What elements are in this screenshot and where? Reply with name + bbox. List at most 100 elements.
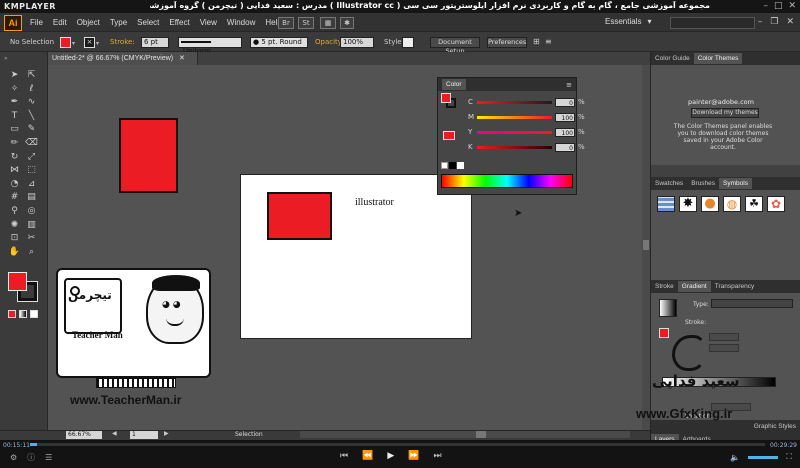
status-mode[interactable]: Selection	[235, 431, 263, 438]
document-setup-button[interactable]: Document Setup	[430, 37, 480, 55]
menu-object[interactable]: Object	[77, 18, 100, 27]
gpu-icon[interactable]: ✱	[340, 17, 354, 29]
color-spectrum[interactable]	[441, 174, 573, 188]
menu-edit[interactable]: Edit	[53, 18, 67, 27]
blend-icon[interactable]: ◎	[25, 206, 38, 216]
slice-icon[interactable]: ✂	[25, 233, 38, 243]
symbol-black-blob[interactable]: ☘	[745, 196, 763, 212]
artboard-number-field[interactable]: 1	[130, 431, 158, 439]
bridge-button[interactable]: Br	[278, 17, 294, 29]
stroke-profile-select[interactable]: Uniform	[178, 37, 242, 55]
vertical-scroll-thumb[interactable]	[643, 240, 649, 250]
volume-icon[interactable]: 🔈	[730, 453, 740, 462]
previous-icon[interactable]: ⏮	[340, 451, 348, 461]
color-fill-indicator[interactable]	[441, 93, 451, 103]
hand-tool-icon[interactable]: ✋	[8, 247, 21, 257]
symbol-sprayer-icon[interactable]: ✺	[8, 220, 21, 230]
fullscreen-icon[interactable]: ⛶	[786, 452, 792, 462]
arrange-documents-button[interactable]: ▦	[320, 17, 336, 29]
eraser-icon[interactable]: ⌫	[25, 138, 38, 148]
chevron-down-icon[interactable]: ▾	[72, 40, 75, 47]
horizontal-scroll-thumb[interactable]	[476, 431, 486, 438]
none-swatch-icon[interactable]	[441, 162, 448, 169]
slider-track-k[interactable]	[477, 145, 552, 149]
gradient-thumbnail[interactable]	[659, 299, 677, 317]
menu-select[interactable]: Select	[137, 18, 159, 27]
symbol-splat[interactable]: ✸	[679, 196, 697, 212]
document-tab[interactable]: Untitled-2* @ 66.67% (CMYK/Preview) ✕	[48, 52, 198, 65]
tab-brushes[interactable]: Brushes	[687, 178, 719, 189]
artboard-text[interactable]: illustrator	[355, 197, 394, 208]
color-mode-icon[interactable]	[8, 310, 16, 318]
menu-type[interactable]: Type	[110, 18, 127, 27]
curvature-icon[interactable]: ∿	[25, 97, 38, 107]
next-icon[interactable]: ⏭	[433, 451, 441, 461]
close-icon[interactable]: ✕	[786, 17, 794, 27]
gradient-fill-indicator[interactable]	[659, 328, 669, 338]
rotate-icon[interactable]: ↻	[8, 152, 21, 162]
graph-tool-icon[interactable]: ▥	[25, 220, 38, 230]
perspective-icon[interactable]: ⊿	[25, 179, 38, 189]
minimize-icon[interactable]: –	[758, 17, 763, 27]
gradient-type-select[interactable]	[711, 299, 793, 308]
tab-gradient[interactable]: Gradient	[677, 281, 711, 292]
maximize-icon[interactable]: □	[774, 1, 783, 11]
none-mode-icon[interactable]	[30, 310, 38, 318]
brush-select[interactable]: ● 5 pt. Round	[250, 37, 308, 48]
next-artboard-icon[interactable]: ▶	[164, 430, 169, 437]
play-icon[interactable]: ▶	[387, 451, 394, 461]
shape-builder-icon[interactable]: ◔	[8, 179, 21, 189]
tab-stroke[interactable]: Stroke	[651, 281, 678, 292]
menu-window[interactable]: Window	[227, 18, 255, 27]
mesh-icon[interactable]: #	[8, 192, 21, 202]
align-icon[interactable]: ⊞	[533, 37, 540, 46]
eyedropper-icon[interactable]: ⚲	[8, 206, 21, 216]
menu-view[interactable]: View	[200, 18, 217, 27]
symbol-red-flower[interactable]: ✿	[767, 196, 785, 212]
settings-icon[interactable]: ⚙	[10, 453, 17, 462]
gradient-tool-icon[interactable]: ▤	[25, 192, 38, 202]
workspace-switcher[interactable]: Essentials ▾	[605, 17, 651, 26]
tab-color-themes[interactable]: Color Themes	[693, 53, 743, 64]
download-themes-button[interactable]: Download my themes	[691, 108, 759, 118]
magic-wand-icon[interactable]: ✧	[8, 84, 21, 94]
search-input[interactable]	[670, 17, 755, 29]
zoom-tool-icon[interactable]: ⌕	[25, 247, 38, 257]
menu-effect[interactable]: Effect	[169, 18, 189, 27]
black-swatch[interactable]	[449, 162, 456, 169]
prev-artboard-icon[interactable]: ◀	[112, 430, 117, 437]
graphic-style-swatch[interactable]	[402, 37, 414, 48]
fill-color-box[interactable]	[8, 272, 27, 291]
preferences-button[interactable]: Preferences	[487, 37, 527, 48]
color-panel-tab[interactable]: Color	[442, 79, 466, 90]
volume-slider[interactable]	[748, 455, 779, 459]
fill-swatch[interactable]	[60, 37, 71, 48]
selection-tool-icon[interactable]: ➤	[8, 70, 21, 80]
slider-value-y[interactable]: 100	[555, 127, 575, 137]
slider-track-c[interactable]	[477, 100, 552, 104]
player-logo[interactable]: KMPLAYER	[4, 2, 56, 11]
symbol-blue-stripes[interactable]	[657, 196, 675, 212]
gradient-angle-field[interactable]	[709, 333, 739, 341]
width-tool-icon[interactable]: ⋈	[8, 165, 21, 175]
fast-forward-icon[interactable]: ⏩	[408, 451, 419, 461]
horizontal-scrollbar[interactable]	[300, 431, 630, 438]
menu-file[interactable]: File	[30, 18, 43, 27]
stock-button[interactable]: St	[298, 17, 314, 29]
minimize-icon[interactable]: –	[763, 1, 768, 11]
seek-bar[interactable]	[30, 443, 765, 446]
free-transform-icon[interactable]: ⬚	[25, 165, 38, 175]
pencil-icon[interactable]: ✏	[8, 138, 21, 148]
paintbrush-icon[interactable]: ✎	[25, 124, 38, 134]
tab-graphic-styles[interactable]: Graphic Styles	[750, 421, 800, 432]
stroke-weight-field[interactable]: 6 pt	[141, 37, 169, 48]
playlist-icon[interactable]: ☰	[45, 453, 52, 462]
white-swatch[interactable]	[457, 162, 464, 169]
red-rectangle-outside[interactable]	[119, 118, 178, 193]
rectangle-tool-icon[interactable]: ▭	[8, 124, 21, 134]
panel-menu-icon[interactable]: ≡	[545, 37, 552, 46]
gradient-aspect-field[interactable]	[709, 344, 739, 352]
close-icon[interactable]: ✕	[179, 55, 185, 62]
chevron-down-icon[interactable]: ▾	[96, 40, 99, 47]
stroke-label[interactable]: Stroke:	[110, 38, 135, 46]
